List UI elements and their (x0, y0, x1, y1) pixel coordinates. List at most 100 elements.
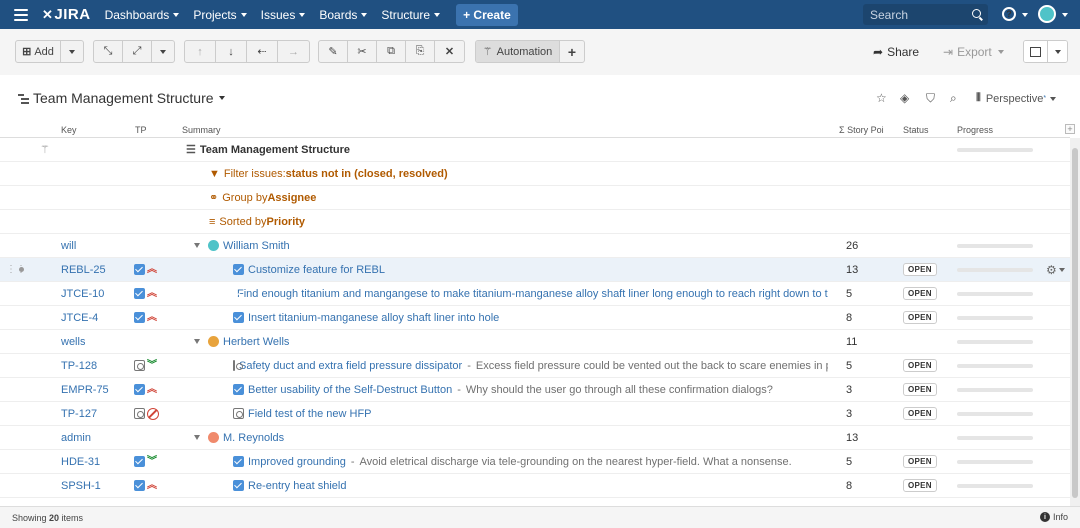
move-down-button[interactable]: ↓ (216, 41, 247, 62)
remove-button[interactable]: ✕ (435, 41, 464, 62)
filter-generator[interactable]: ▼ Filter issues: status not in (closed, r… (209, 162, 849, 185)
issue-title[interactable]: Improved grounding (248, 456, 346, 468)
add-column-button[interactable]: + (1065, 124, 1075, 134)
user-summary[interactable]: William Smith (194, 234, 290, 257)
issue-title[interactable]: Re-entry heat shield (248, 480, 346, 492)
automation-button[interactable]: ⚚ Automation (476, 41, 560, 62)
add-button[interactable]: ⊞ Add (16, 41, 61, 62)
scrollbar-thumb[interactable] (1072, 148, 1078, 498)
status-badge[interactable]: OPEN (903, 258, 937, 281)
filter-icon[interactable]: ⛉ (926, 91, 935, 106)
user-key[interactable]: will (61, 234, 76, 257)
issue-title[interactable]: Better usability of the Self-Destruct Bu… (248, 384, 452, 396)
chevron-down-icon[interactable] (194, 243, 200, 248)
table-row[interactable]: TP-128 ︾ Safety duct and extra field press… (0, 354, 1070, 378)
group-generator[interactable]: ⚭ Group by Assignee (209, 186, 849, 209)
status-badge[interactable]: OPEN (903, 306, 937, 329)
column-progress[interactable]: Progress (957, 125, 993, 135)
gear-icon[interactable]: ⚙ (1046, 258, 1065, 281)
table-row[interactable]: wells Herbert Wells 11 (0, 330, 1070, 354)
table-row[interactable]: JTCE-4 ︽ Insert titanium-manganese alloy s… (0, 306, 1070, 330)
issue-summary[interactable]: Better usability of the Self-Destruct Bu… (233, 378, 828, 401)
issue-summary[interactable]: Safety duct and extra field pressure dis… (233, 354, 828, 377)
layout-button[interactable] (1024, 41, 1048, 62)
magic-wand-icon[interactable]: ⚚ (40, 138, 50, 161)
status-badge[interactable]: OPEN (903, 474, 937, 497)
add-automation-button[interactable]: + (560, 41, 584, 62)
collapse-button[interactable]: ⤢ (123, 41, 152, 62)
share-button[interactable]: ➦ Share (873, 40, 919, 63)
status-badge[interactable]: OPEN (903, 402, 937, 425)
user-summary[interactable]: Herbert Wells (194, 330, 289, 353)
indent-button[interactable]: → (278, 41, 309, 62)
perspective-button[interactable]: ⦀ Perspective * (976, 92, 1057, 105)
expand-button[interactable]: ⤡ (94, 41, 123, 62)
create-button[interactable]: + Create (456, 3, 518, 26)
issue-key[interactable]: REBL-25 (61, 258, 106, 281)
layers-icon[interactable]: ◈ (900, 91, 909, 105)
column-status[interactable]: Status (903, 125, 929, 135)
issue-key[interactable]: HDE-31 (61, 450, 100, 473)
issue-summary[interactable]: Field test of the new HFP (233, 402, 828, 425)
table-row[interactable]: TP-127 Field test of the new HFP 3 OPEN (0, 402, 1070, 426)
issue-key[interactable]: JTCE-10 (61, 282, 104, 305)
nav-issues[interactable]: Issues (261, 8, 306, 22)
table-row[interactable]: EMPR-75 ︽ Better usability of the Self-Des… (0, 378, 1070, 402)
issue-title[interactable]: Insert titanium-manganese alloy shaft li… (248, 312, 499, 324)
issue-summary[interactable]: Re-entry heat shield (233, 474, 828, 497)
status-badge[interactable]: OPEN (903, 354, 937, 377)
column-tp[interactable]: TP (135, 125, 147, 135)
jira-logo[interactable]: ✕ JIRA (42, 6, 91, 23)
user-key[interactable]: admin (61, 426, 91, 449)
menu-icon[interactable] (14, 8, 28, 21)
structure-title-dropdown[interactable]: Team Management Structure (18, 90, 225, 106)
issue-summary[interactable]: Customize feature for REBL (233, 258, 828, 281)
copy-button[interactable]: ⧉ (377, 41, 406, 62)
sort-generator[interactable]: ≡ Sorted by Priority (209, 210, 849, 233)
issue-key[interactable]: TP-127 (61, 402, 97, 425)
user-summary[interactable]: M. Reynolds (194, 426, 284, 449)
column-story-points[interactable]: Σ Story Poi (839, 125, 895, 135)
move-up-button[interactable]: ↑ (185, 41, 216, 62)
table-row[interactable]: ▼ Filter issues: status not in (closed, r… (0, 162, 1070, 186)
issue-summary[interactable]: Insert titanium-manganese alloy shaft li… (233, 306, 828, 329)
pin-icon[interactable]: ☆ (876, 91, 887, 105)
cut-button[interactable]: ✂ (348, 41, 377, 62)
issue-key[interactable]: SPSH-1 (61, 474, 101, 497)
table-row[interactable]: ⚚ ☰ Team Management Structure (0, 138, 1070, 162)
issue-title[interactable]: Field test of the new HFP (248, 408, 372, 420)
issue-title[interactable]: Safety duct and extra field pressure dis… (239, 360, 462, 372)
layout-dropdown-button[interactable] (1048, 41, 1067, 62)
table-row[interactable]: will William Smith 26 (0, 234, 1070, 258)
issue-key[interactable]: JTCE-4 (61, 306, 98, 329)
nav-projects[interactable]: Projects (193, 8, 247, 22)
issue-summary[interactable]: Improved grounding - Avoid eletrical disch… (233, 450, 828, 473)
issue-key[interactable]: TP-128 (61, 354, 97, 377)
table-row[interactable]: JTCE-10 ︽ Find enough titanium and mangang… (0, 282, 1070, 306)
status-badge[interactable]: OPEN (903, 378, 937, 401)
status-badge[interactable]: OPEN (903, 282, 937, 305)
user-key[interactable]: wells (61, 330, 85, 353)
edit-button[interactable]: ✎ (319, 41, 348, 62)
export-button[interactable]: ⇥ Export (943, 40, 1004, 63)
nav-dashboards[interactable]: Dashboards (105, 8, 180, 22)
info-button[interactable]: i Info (1039, 512, 1068, 522)
user-avatar[interactable] (1038, 5, 1056, 23)
issue-key[interactable]: EMPR-75 (61, 378, 109, 401)
help-icon[interactable]: ? (1002, 7, 1016, 21)
issue-summary[interactable]: Find enough titanium and mangangese to m… (233, 282, 828, 305)
table-row[interactable]: ⋮⋮ REBL-25 ︽ Customize feature for REBL 13 OP… (0, 258, 1070, 282)
column-summary[interactable]: Summary (182, 125, 221, 135)
chevron-down-icon[interactable] (194, 435, 200, 440)
add-dropdown-button[interactable] (61, 41, 83, 62)
expand-dropdown-button[interactable] (152, 41, 174, 62)
table-row[interactable]: ≡ Sorted by Priority (0, 210, 1070, 234)
nav-structure[interactable]: Structure (381, 8, 441, 22)
table-row[interactable]: HDE-31 ︾ Improved grounding - Avoid eletrica… (0, 450, 1070, 474)
nav-boards[interactable]: Boards (319, 8, 368, 22)
search-input[interactable]: Search (863, 4, 988, 25)
table-row[interactable]: admin M. Reynolds 13 (0, 426, 1070, 450)
search-icon[interactable]: ⌕ (950, 91, 957, 106)
table-row[interactable]: ⚭ Group by Assignee (0, 186, 1070, 210)
status-badge[interactable]: OPEN (903, 450, 937, 473)
